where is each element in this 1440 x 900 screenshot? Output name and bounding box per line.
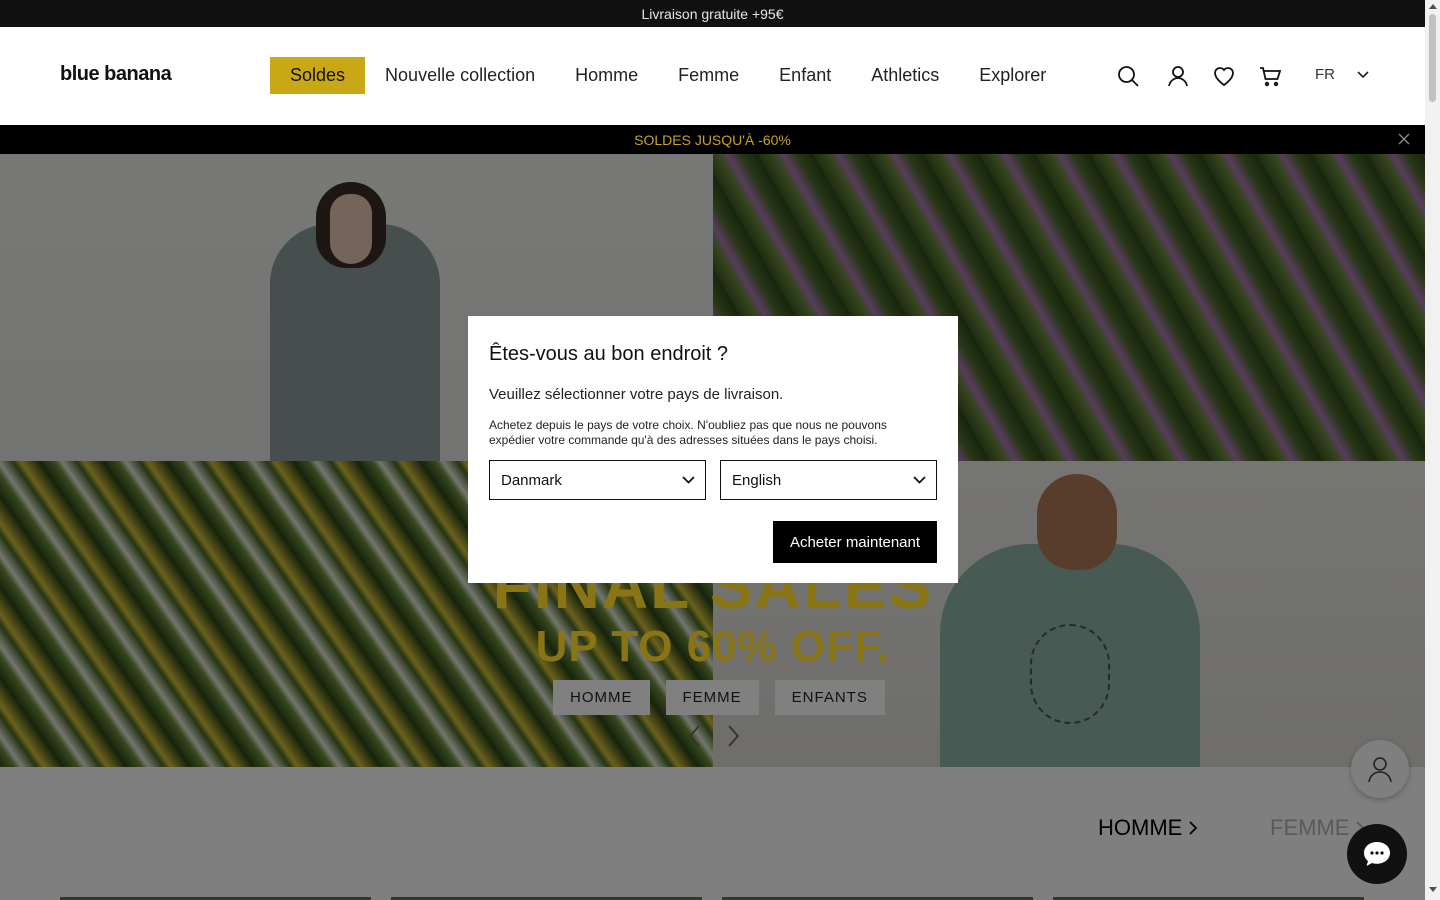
search-icon[interactable] (1114, 62, 1142, 90)
modal-subtitle: Veuillez sélectionner votre pays de livr… (489, 386, 784, 403)
modal-note: Achetez depuis le pays de votre choix. N… (489, 418, 887, 447)
sale-promo-bar: SOLDES JUSQU'À -60% (0, 125, 1425, 154)
hero-button-enfants[interactable]: ENFANTS (774, 680, 885, 715)
section-tab-homme[interactable]: HOMME (1098, 815, 1198, 841)
country-select-value: Danmark (501, 471, 562, 489)
chevron-down-icon (682, 476, 695, 484)
nav-item-explorer[interactable]: Explorer (959, 57, 1066, 94)
chevron-right-icon (1189, 821, 1198, 835)
language-select-value: English (732, 471, 782, 489)
chevron-left-icon[interactable] (686, 724, 704, 748)
country-selection-modal: Êtes-vous au bon endroit ? Veuillez séle… (468, 316, 958, 583)
hero-category-buttons: HOMME FEMME ENFANTS (553, 680, 901, 715)
nav-item-athletics[interactable]: Athletics (851, 57, 959, 94)
nav-item-enfant[interactable]: Enfant (759, 57, 851, 94)
chevron-down-icon (913, 476, 926, 484)
header-icons (1114, 62, 1284, 90)
chevron-right-icon[interactable] (724, 724, 742, 748)
nav-item-homme[interactable]: Homme (555, 57, 658, 94)
country-select[interactable]: Danmark (489, 460, 706, 500)
hero-button-femme[interactable]: FEMME (665, 680, 759, 715)
language-code: FR (1315, 66, 1335, 83)
hero-carousel-arrows (686, 724, 762, 748)
site-header: blue banana Soldes Nouvelle collection H… (0, 27, 1425, 125)
language-select[interactable]: English (720, 460, 937, 500)
main-nav: Soldes Nouvelle collection Homme Femme E… (270, 57, 1066, 94)
cart-icon[interactable] (1256, 62, 1284, 90)
modal-title: Êtes-vous au bon endroit ? (489, 343, 729, 365)
nav-item-femme[interactable]: Femme (658, 57, 759, 94)
section-tab-homme-label: HOMME (1098, 815, 1183, 840)
nav-item-nouvelle-collection[interactable]: Nouvelle collection (365, 57, 555, 94)
chat-button[interactable] (1347, 824, 1407, 884)
hero-subtitle: UP TO 60% OFF. (535, 622, 891, 671)
floating-account-button[interactable] (1351, 740, 1409, 798)
section-tab-femme-label: FEMME (1270, 815, 1350, 840)
shipping-banner-text: Livraison gratuite +95€ (641, 5, 784, 22)
scroll-thumb[interactable] (1429, 14, 1436, 102)
account-icon[interactable] (1164, 62, 1192, 90)
sale-promo-text: SOLDES JUSQU'À -60% (634, 131, 791, 148)
nav-item-soldes[interactable]: Soldes (270, 57, 366, 94)
scroll-up-arrow[interactable] (1429, 4, 1437, 9)
shipping-banner: Livraison gratuite +95€ (0, 0, 1425, 27)
scroll-down-arrow[interactable] (1429, 887, 1437, 892)
account-icon (1368, 757, 1392, 783)
page-scrollbar[interactable] (1425, 0, 1440, 900)
language-selector[interactable]: FR (1315, 66, 1369, 83)
close-icon[interactable] (1397, 132, 1411, 146)
category-section: HOMME FEMME (0, 767, 1425, 900)
chat-bubble-icon (1364, 842, 1390, 866)
shop-now-button[interactable]: Acheter maintenant (773, 521, 937, 563)
hero-button-homme[interactable]: HOMME (553, 680, 650, 715)
heart-icon[interactable] (1210, 62, 1238, 90)
site-logo[interactable]: blue banana (60, 63, 172, 86)
chevron-down-icon (1357, 70, 1369, 78)
